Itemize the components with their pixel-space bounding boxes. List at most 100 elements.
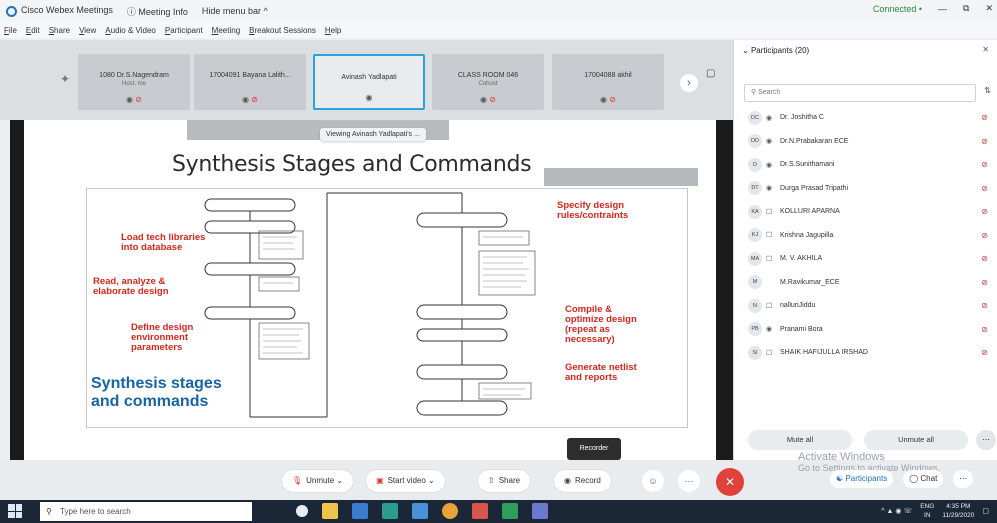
- participant-row[interactable]: DT ◉ Durga Prasad Tripathi ⊘: [734, 177, 997, 201]
- muted-mic-icon[interactable]: ⊘: [981, 207, 988, 216]
- label-read-analyze: Read, analyze & elaborate design: [93, 276, 169, 297]
- system-tray: ^ ▲ ◉ ☏ ENG IN 4:35 PM 11/29/2020 ▢: [881, 502, 989, 520]
- recorder-button[interactable]: Recorder: [567, 438, 621, 460]
- menu-help[interactable]: Help: [325, 26, 341, 35]
- app-icon[interactable]: [472, 503, 488, 519]
- minimize-button[interactable]: —: [938, 4, 947, 14]
- participants-panel-header[interactable]: ⌄ Participants (20): [742, 46, 809, 55]
- participants-tab[interactable]: ☯ Participants: [830, 470, 894, 488]
- label-define-environment: Define design environment parameters: [131, 322, 194, 353]
- share-button[interactable]: ⇧ Share: [478, 470, 531, 492]
- muted-mic-icon[interactable]: ⊘: [981, 137, 988, 146]
- muted-mic-icon[interactable]: ⊘: [981, 278, 988, 287]
- menu-breakout-sessions[interactable]: Breakout Sessions: [249, 26, 316, 35]
- muted-mic-icon[interactable]: ⊘: [981, 231, 988, 240]
- record-button[interactable]: ◉ Record: [554, 470, 611, 492]
- avatar: M: [748, 275, 762, 290]
- participant-search-input[interactable]: ⚲ Search: [744, 84, 976, 102]
- mail-icon[interactable]: [382, 503, 398, 519]
- end-meeting-button[interactable]: ✕: [716, 468, 744, 496]
- connection-status[interactable]: Connected •: [873, 4, 922, 14]
- label-generate-netlist: Generate netlist and reports: [565, 362, 637, 383]
- video-thumbnail-strip: ✦ 1080 Dr.S.Nagendram Host, me ◉ ⊘ 17004…: [0, 40, 733, 120]
- menu-participant[interactable]: Participant: [165, 26, 203, 35]
- label-specify-design-rules: Specify design rules/contraints: [557, 200, 629, 221]
- thumbnail-name: 1080 Dr.S.Nagendram: [99, 72, 169, 79]
- muted-mic-icon[interactable]: ⊘: [981, 184, 988, 193]
- participant-name: Pranami Bora: [780, 325, 823, 333]
- language-indicator[interactable]: ENG IN: [920, 502, 934, 520]
- muted-mic-icon[interactable]: ⊘: [981, 301, 988, 310]
- avatar: DT: [748, 181, 762, 196]
- viewing-indicator: Viewing Avinash Yadlapati's ...: [320, 128, 426, 141]
- app-icon[interactable]: [532, 503, 548, 519]
- menu-view[interactable]: View: [79, 26, 96, 35]
- video-thumbnail[interactable]: 1080 Dr.S.Nagendram Host, me ◉ ⊘: [78, 54, 190, 110]
- thumbnail-role: Cohost: [478, 81, 498, 87]
- unmute-all-button[interactable]: Unmute all: [864, 430, 968, 450]
- phone-icon: ☐: [766, 255, 773, 263]
- sort-icon[interactable]: ⇅: [984, 86, 991, 95]
- menu-meeting[interactable]: Meeting: [212, 26, 240, 35]
- participant-row[interactable]: N ☐ nalluriJiddu ⊘: [734, 294, 997, 318]
- avatar: DD: [748, 134, 762, 149]
- participant-row[interactable]: DD ◉ Dr.N.Prabakaran ECE ⊘: [734, 130, 997, 154]
- restore-button[interactable]: ⧉: [963, 3, 969, 14]
- cortana-icon[interactable]: [296, 505, 308, 517]
- participant-row[interactable]: D ◉ Dr.S.Sunithamani ⊘: [734, 153, 997, 177]
- muted-mic-icon[interactable]: ⊘: [981, 325, 988, 334]
- meeting-info-button[interactable]: ⓘ Meeting Info: [127, 5, 188, 18]
- avatar: KJ: [748, 228, 762, 243]
- webex-taskbar-icon[interactable]: [502, 503, 518, 519]
- participant-row[interactable]: PB ◉ Pranami Bora ⊘: [734, 318, 997, 342]
- menu-edit[interactable]: Edit: [26, 26, 40, 35]
- participant-row[interactable]: KA ☐ KOLLURI APARNA ⊘: [734, 200, 997, 224]
- mic-muted-icon: 🎙: [292, 476, 303, 485]
- participant-row[interactable]: DC ◉ Dr. Joshitha C ⊘: [734, 106, 997, 130]
- participant-name: nalluriJiddu: [780, 302, 816, 310]
- muted-mic-icon[interactable]: ⊘: [981, 254, 988, 263]
- muted-mic-icon[interactable]: ⊘: [981, 348, 988, 357]
- menu-share[interactable]: Share: [49, 26, 70, 35]
- participant-row[interactable]: KJ ☐ Krishna Jagupilla ⊘: [734, 224, 997, 248]
- edge-icon[interactable]: [412, 503, 428, 519]
- participant-name: Dr.N.Prabakaran ECE: [780, 137, 849, 145]
- clock[interactable]: 4:35 PM 11/29/2020: [942, 502, 974, 520]
- unmute-button[interactable]: 🎙 Unmute ⌄: [282, 470, 354, 492]
- label-compile-optimize: Compile & optimize design (repeat as nec…: [565, 304, 637, 345]
- close-window-button[interactable]: ✕: [985, 3, 993, 14]
- hide-menu-bar-button[interactable]: Hide menu bar ^: [202, 6, 268, 16]
- taskbar-search-input[interactable]: ⚲ Type here to search: [40, 502, 252, 521]
- tray-icons[interactable]: ^ ▲ ◉ ☏: [881, 507, 912, 515]
- notifications-icon[interactable]: ▢: [982, 507, 989, 515]
- start-video-button[interactable]: ▣ Start video ⌄: [366, 470, 445, 492]
- participant-row[interactable]: M M.Ravikumar_ECE ⊘: [734, 271, 997, 295]
- menu-audio-video[interactable]: Audio & Video: [105, 26, 156, 35]
- chrome-icon[interactable]: [442, 503, 458, 519]
- participant-row[interactable]: MA ☐ M. V. AKHILA ⊘: [734, 247, 997, 271]
- muted-mic-icon[interactable]: ⊘: [981, 160, 988, 169]
- slide-title: Synthesis Stages and Commands: [172, 152, 532, 177]
- mute-all-button[interactable]: Mute all: [748, 430, 852, 450]
- strip-prev-icon[interactable]: ✦: [60, 72, 70, 86]
- participant-row[interactable]: SI ☐ SHAIK HAFIJULLA IRSHAD ⊘: [734, 341, 997, 365]
- avatar: KA: [748, 204, 762, 219]
- phone-icon: ☐: [766, 349, 773, 357]
- more-controls-icon[interactable]: ⋯: [678, 470, 700, 492]
- layout-toggle-icon[interactable]: ▢: [706, 68, 715, 79]
- more-options-icon[interactable]: ⋯: [976, 430, 996, 450]
- video-thumbnail[interactable]: 17004091 Bayana Lalith... ◉ ⊘: [194, 54, 306, 110]
- more-panels-icon[interactable]: ⋯: [953, 470, 974, 488]
- video-thumbnail[interactable]: 17004088 akhil ◉ ⊘: [552, 54, 664, 110]
- close-panel-icon[interactable]: ✕: [982, 45, 989, 54]
- strip-next-icon[interactable]: ›: [680, 74, 698, 92]
- windows-start-icon[interactable]: [8, 504, 22, 518]
- muted-mic-icon[interactable]: ⊘: [981, 113, 988, 122]
- reactions-icon[interactable]: ☺: [642, 470, 664, 492]
- menu-file[interactable]: File: [4, 26, 17, 35]
- store-icon[interactable]: [352, 503, 368, 519]
- video-thumbnail[interactable]: CLASS ROOM 046 Cohost ◉ ⊘: [432, 54, 544, 110]
- chat-tab[interactable]: ◯ Chat: [903, 470, 944, 488]
- video-thumbnail-active[interactable]: Avinash Yadlapati ◉: [313, 54, 425, 110]
- file-explorer-icon[interactable]: [322, 503, 338, 519]
